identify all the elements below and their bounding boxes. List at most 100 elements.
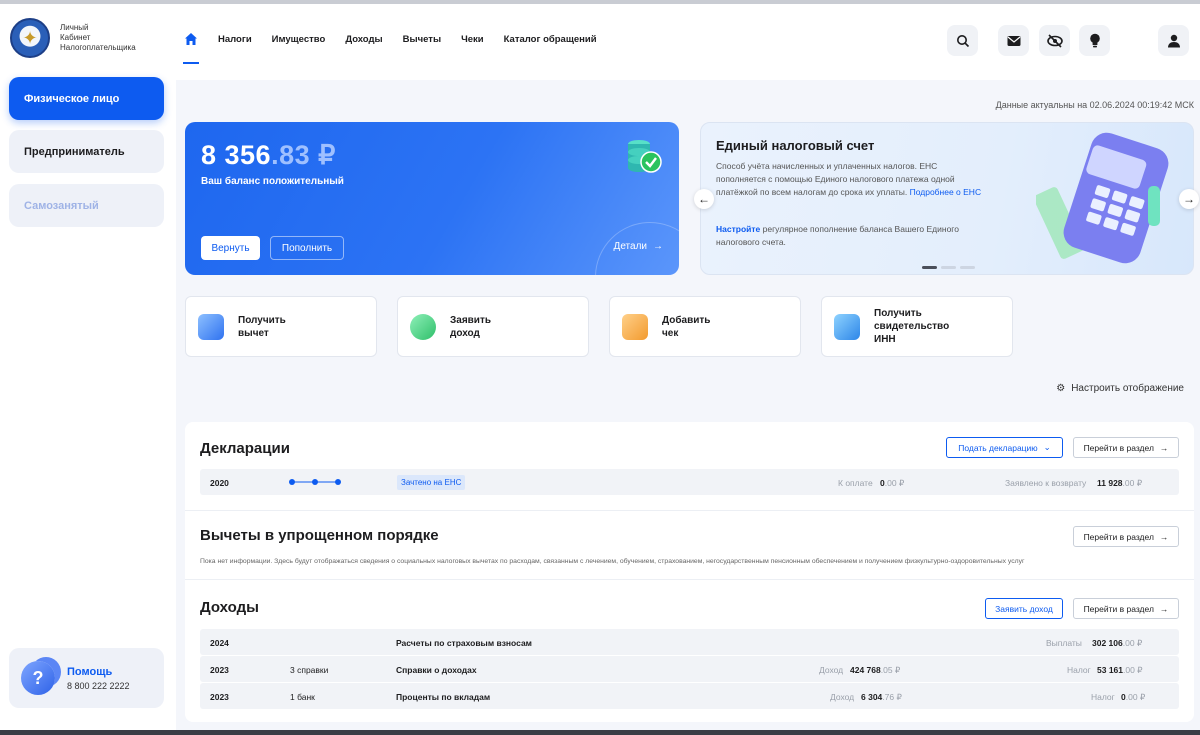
nav-receipts[interactable]: Чеки: [461, 34, 484, 45]
ens-description: Способ учёта начисленных и уплаченных на…: [716, 160, 986, 199]
balance-details-label: Детали: [613, 241, 647, 252]
refund-amount-cents: .00 ₽: [1122, 478, 1143, 488]
income-right-main: 302 106: [1092, 638, 1123, 648]
status-badge: Зачтено на ЕНС: [397, 475, 466, 490]
main-panel: Декларации Подать декларацию ⌄ Перейти в…: [185, 422, 1194, 722]
declaration-year: 2020: [210, 478, 229, 488]
help-title: Помощь: [67, 665, 113, 678]
carousel-dot[interactable]: [941, 266, 956, 269]
income-year: 2023: [210, 665, 229, 675]
coins-check-icon: [625, 138, 665, 178]
quick-action-get-deduction[interactable]: Получить вычет: [185, 296, 377, 357]
ens-card: Единый налоговый счет Способ учёта начис…: [700, 122, 1194, 275]
submit-declaration-label: Подать декларацию: [958, 442, 1038, 453]
refund-label: Заявлено к возврату: [1005, 478, 1087, 488]
quick-action-label: Получить свидетельство ИНН: [874, 308, 950, 345]
section-divider: [185, 579, 1194, 580]
search-button[interactable]: [947, 25, 978, 56]
quick-action-declare-income[interactable]: Заявить доход: [397, 296, 589, 357]
logo-line-2: Кабинет: [60, 33, 91, 42]
lightbulb-icon: [1089, 33, 1100, 48]
receipt-icon: [622, 313, 648, 340]
income-count: 3 справки: [290, 665, 329, 675]
home-nav[interactable]: [183, 32, 199, 64]
sidebar: ✦ Личный Кабинет Налогоплательщика Физич…: [0, 4, 176, 730]
help-block[interactable]: ? Помощь 8 800 222 2222: [9, 648, 164, 708]
income-right-main: 53 161: [1097, 665, 1123, 675]
nav-income[interactable]: Доходы: [345, 34, 382, 45]
home-icon: [185, 33, 197, 45]
carousel-dot[interactable]: [922, 266, 937, 269]
sidebar-item-individual[interactable]: Физическое лицо: [9, 77, 164, 120]
quick-action-label: Добавить чек: [662, 314, 711, 339]
declarations-goto-button[interactable]: Перейти в раздел →: [1073, 437, 1179, 458]
income-right-cents: .00 ₽: [1125, 692, 1146, 702]
carousel-prev-arrow-icon[interactable]: ←: [694, 189, 714, 209]
income-name: Проценты по вкладам: [396, 692, 491, 702]
eye-off-icon: [1046, 33, 1063, 48]
logo[interactable]: ✦ Личный Кабинет Налогоплательщика: [10, 18, 136, 58]
gear-icon: ⚙: [1056, 383, 1066, 394]
deductions-title: Вычеты в упрощенном порядке: [200, 527, 439, 544]
income-count: 1 банк: [290, 692, 315, 702]
ens-setup-text: Настройте регулярное пополнение баланса …: [716, 223, 986, 249]
arrow-right-icon: →: [1159, 603, 1169, 614]
chevron-down-icon: ⌄: [1043, 442, 1051, 452]
tips-button[interactable]: [1079, 25, 1110, 56]
income-title: Доходы: [200, 599, 259, 616]
quick-action-inn-certificate[interactable]: Получить свидетельство ИНН: [821, 296, 1013, 357]
income-goto-button[interactable]: Перейти в раздел →: [1073, 598, 1179, 619]
nav-property[interactable]: Имущество: [272, 34, 326, 45]
declaration-row[interactable]: 2020 Зачтено на ЕНС К оплате 0.00 ₽ Заяв…: [200, 469, 1179, 495]
submit-declaration-button[interactable]: Подать декларацию ⌄: [946, 437, 1063, 458]
ens-setup-link[interactable]: Настройте: [716, 224, 760, 234]
pay-amount-cents: .00 ₽: [884, 478, 905, 488]
sidebar-item-self-employed[interactable]: Самозанятый: [9, 184, 164, 227]
balance-amount: 8 356.83 ₽: [201, 140, 336, 171]
profile-button[interactable]: [1158, 25, 1189, 56]
nav-request-catalog[interactable]: Каталог обращений: [504, 34, 597, 45]
carousel-dot[interactable]: [960, 266, 975, 269]
sidebar-item-entrepreneur[interactable]: Предприниматель: [9, 130, 164, 173]
ens-more-link[interactable]: Подробнее о ЕНС: [910, 187, 981, 197]
main-nav: Налоги Имущество Доходы Вычеты Чеки Ката…: [183, 32, 597, 64]
envelope-icon: [1007, 35, 1020, 46]
arrow-right-icon: →: [1159, 531, 1169, 542]
balance-status: Ваш баланс положительный: [201, 176, 344, 187]
carousel-next-arrow-icon[interactable]: →: [1179, 189, 1199, 209]
nav-deductions[interactable]: Вычеты: [403, 34, 441, 45]
ens-title: Единый налоговый счет: [716, 138, 875, 153]
nav-taxes[interactable]: Налоги: [218, 34, 252, 45]
income-right-label: Налог: [1091, 692, 1115, 702]
income-year: 2024: [210, 638, 229, 648]
declare-income-button[interactable]: Заявить доход: [985, 598, 1063, 619]
monitor-icon: [834, 313, 860, 340]
income-amount-main: 6 304: [861, 692, 883, 702]
income-label: Доход: [830, 692, 855, 702]
deductions-goto-button[interactable]: Перейти в раздел →: [1073, 526, 1179, 547]
data-actual-timestamp: Данные актуальны на 02.06.2024 00:19:42 …: [995, 100, 1194, 110]
return-button[interactable]: Вернуть: [201, 236, 260, 260]
arrow-right-icon: →: [653, 241, 663, 252]
quick-action-label: Заявить доход: [450, 314, 492, 339]
user-icon: [1167, 34, 1180, 47]
balance-card: 8 356.83 ₽ Ваш баланс положительный Верн…: [185, 122, 679, 275]
income-row[interactable]: 2023 1 банк Проценты по вкладам Доход 6 …: [200, 683, 1179, 709]
quick-action-add-receipt[interactable]: Добавить чек: [609, 296, 801, 357]
topup-button[interactable]: Пополнить: [270, 236, 344, 260]
wallet-icon: [198, 313, 224, 340]
progress-steps-icon: [289, 479, 341, 485]
refund-amount-main: 11 928: [1097, 478, 1123, 488]
balance-amount-cents: .83 ₽: [271, 140, 336, 170]
visibility-toggle-button[interactable]: [1039, 25, 1070, 56]
income-row[interactable]: 2024 Расчеты по страховым взносам Выплат…: [200, 629, 1179, 655]
search-icon: [956, 34, 969, 47]
configure-display-link[interactable]: ⚙ Настроить отображение: [1056, 383, 1184, 394]
balance-details-link[interactable]: Детали →: [614, 241, 663, 252]
income-year: 2023: [210, 692, 229, 702]
income-name: Справки о доходах: [396, 665, 477, 675]
messages-button[interactable]: [998, 25, 1029, 56]
goto-label: Перейти в раздел: [1083, 603, 1154, 614]
income-name: Расчеты по страховым взносам: [396, 638, 532, 648]
income-row[interactable]: 2023 3 справки Справки о доходах Доход 4…: [200, 656, 1179, 682]
